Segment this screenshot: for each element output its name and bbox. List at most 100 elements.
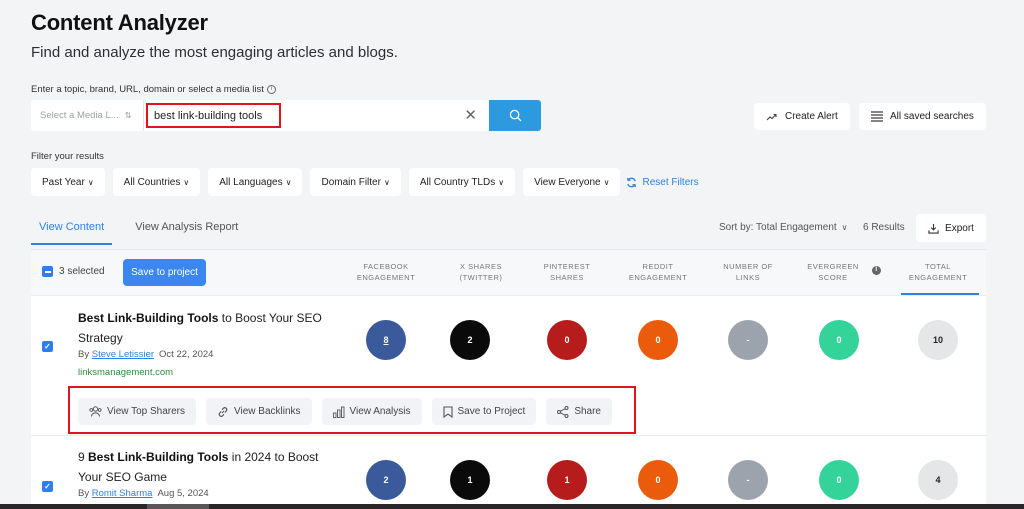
page-title: Content Analyzer — [31, 10, 208, 35]
column-header-line: X SHARES — [460, 262, 502, 271]
reset-filters-button[interactable]: Reset Filters — [626, 176, 699, 188]
column-header-line: REDDIT — [642, 262, 674, 271]
media-list-select[interactable]: Select a Media L... ⇅ — [31, 100, 144, 131]
column-header-line: FACEBOOK — [363, 262, 409, 271]
tab-view-content[interactable]: View Content — [31, 214, 113, 245]
title-prefix: 9 — [78, 450, 89, 464]
chevron-down-icon: ∨ — [87, 177, 94, 187]
select-arrows-icon: ⇅ — [124, 111, 132, 120]
filter-label-text: Domain Filter — [321, 176, 381, 188]
view-top-sharers-button[interactable]: View Top Sharers — [78, 398, 197, 425]
export-button[interactable]: Export — [916, 214, 986, 242]
select-all-checkbox[interactable] — [42, 266, 53, 277]
column-header-line: ENGAGEMENT — [908, 273, 968, 282]
download-icon — [928, 223, 939, 234]
save-to-project-button[interactable]: Save to project — [123, 259, 206, 286]
article-title[interactable]: 9 Best Link-Building Tools in 2024 to Bo… — [78, 447, 338, 487]
action-label: View Analysis — [349, 406, 411, 417]
byline: By Romit Sharma Aug 5, 2024 — [78, 488, 209, 499]
search-label-text: Enter a topic, brand, URL, domain or sel… — [31, 84, 264, 95]
by-label: By — [78, 488, 90, 499]
search-button[interactable] — [489, 100, 541, 131]
sort-label: Sort by: Total Engagement — [719, 222, 837, 233]
column-header-line: PINTEREST — [543, 262, 591, 271]
chevron-down-icon: ∨ — [285, 177, 292, 187]
filter-date-range[interactable]: Past Year ∨ — [31, 168, 105, 196]
filter-label-text: All Countries — [123, 176, 181, 188]
saved-searches-button[interactable]: All saved searches — [859, 103, 986, 130]
metric-pinterest: 0 — [547, 320, 587, 360]
saved-searches-label: All saved searches — [890, 111, 974, 122]
action-label: Share — [574, 406, 601, 417]
share-icon — [557, 405, 569, 418]
table-header: 3 selected Save to project FACEBOOK ENGAG… — [31, 250, 986, 296]
chevron-down-icon: ∨ — [383, 177, 390, 187]
view-backlinks-button[interactable]: View Backlinks — [206, 398, 312, 425]
column-header-facebook[interactable]: FACEBOOK ENGAGEMENT — [346, 261, 426, 283]
column-header-line: ENGAGEMENT — [356, 273, 416, 282]
sorted-column-indicator — [901, 293, 979, 295]
publish-date: Oct 22, 2024 — [159, 349, 214, 360]
column-header-links[interactable]: NUMBER OF LINKS — [708, 261, 788, 283]
search-bar: Select a Media L... ⇅ ✕ — [31, 100, 541, 131]
close-icon[interactable]: ✕ — [464, 106, 477, 124]
list-icon — [871, 111, 883, 122]
column-header-evergreen[interactable]: EVERGREEN SCORE i — [793, 261, 881, 283]
metric-links: - — [728, 460, 768, 500]
column-header-pinterest[interactable]: PINTEREST SHARES — [527, 261, 607, 283]
column-header-line: NUMBER OF — [723, 262, 773, 271]
scrollbar-thumb[interactable] — [147, 504, 209, 509]
column-header-reddit[interactable]: REDDIT ENGAGEMENT — [618, 261, 698, 283]
bookmark-icon — [442, 405, 453, 418]
column-header-x-shares[interactable]: X SHARES (TWITTER) — [441, 261, 521, 283]
view-analysis-button[interactable]: View Analysis — [321, 398, 422, 425]
create-alert-button[interactable]: Create Alert — [754, 103, 850, 130]
trending-up-icon — [766, 113, 777, 120]
table-row: ✓ Best Link-Building Tools to Boost Your… — [31, 296, 986, 436]
article-domain[interactable]: linksmanagement.com — [78, 367, 173, 378]
metric-facebook[interactable]: 8 — [366, 320, 406, 360]
sort-dropdown[interactable]: Sort by: Total Engagement ∨ — [719, 222, 848, 233]
filter-languages[interactable]: All Languages ∨ — [208, 168, 303, 196]
chevron-down-icon: ∨ — [841, 223, 848, 232]
metric-facebook[interactable]: 2 — [366, 460, 406, 500]
column-header-total[interactable]: TOTAL ENGAGEMENT — [898, 261, 978, 283]
save-to-project-row-button[interactable]: Save to Project — [431, 398, 537, 425]
row-checkbox[interactable]: ✓ — [42, 341, 53, 352]
row-checkbox[interactable]: ✓ — [42, 481, 53, 492]
filter-countries[interactable]: All Countries ∨ — [112, 168, 201, 196]
title-bold: Best Link-Building Tools — [88, 450, 229, 464]
filter-country-tlds[interactable]: All Country TLDs ∨ — [408, 168, 516, 196]
chevron-down-icon: ∨ — [183, 177, 190, 187]
action-label: Save to Project — [457, 406, 526, 417]
tab-view-analysis-report[interactable]: View Analysis Report — [127, 214, 246, 245]
author-link[interactable]: Romit Sharma — [92, 488, 153, 499]
horizontal-scrollbar[interactable] — [0, 504, 1024, 509]
export-label: Export — [945, 222, 974, 234]
author-link[interactable]: Steve Letissier — [92, 349, 154, 360]
metric-total: 4 — [918, 460, 958, 500]
metric-evergreen: 0 — [819, 320, 859, 360]
info-icon[interactable]: i — [872, 266, 881, 275]
column-header-line: SCORE — [818, 273, 848, 282]
search-label: Enter a topic, brand, URL, domain or sel… — [31, 84, 276, 95]
publish-date: Aug 5, 2024 — [157, 488, 209, 499]
row-actions: View Top Sharers View Backlinks View Ana… — [78, 398, 612, 425]
reset-filters-label: Reset Filters — [642, 176, 699, 188]
article-title[interactable]: Best Link-Building Tools to Boost Your S… — [78, 308, 338, 348]
page-subtitle: Find and analyze the most engaging artic… — [31, 44, 398, 61]
refresh-icon — [627, 177, 637, 187]
search-input[interactable] — [154, 109, 434, 122]
content-tabs: View Content View Analysis Report — [31, 214, 246, 245]
results-count: 6 Results — [863, 222, 905, 233]
users-icon — [89, 406, 102, 417]
column-header-line: (TWITTER) — [459, 273, 503, 282]
share-button[interactable]: Share — [546, 398, 612, 425]
filter-label-text: All Languages — [219, 176, 283, 188]
metric-evergreen: 0 — [819, 460, 859, 500]
metric-reddit: 0 — [638, 320, 678, 360]
filter-view[interactable]: View Everyone ∨ — [523, 168, 621, 196]
filter-domain[interactable]: Domain Filter ∨ — [310, 168, 401, 196]
info-icon[interactable]: i — [266, 85, 276, 94]
metric-x-shares: 2 — [450, 320, 490, 360]
